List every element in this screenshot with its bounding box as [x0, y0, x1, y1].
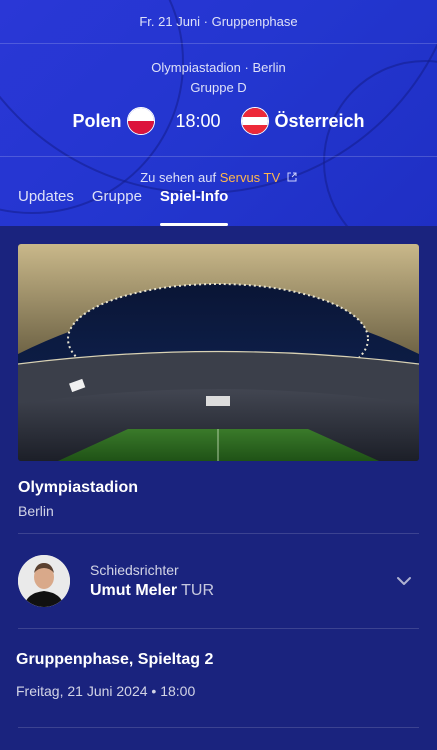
- tab-bar: Updates Gruppe Spiel-Info: [0, 182, 437, 226]
- chevron-down-icon[interactable]: [393, 570, 415, 592]
- venue-info: Olympiastadion · Berlin Gruppe D: [0, 58, 437, 98]
- match-datetime: Freitag, 21 Juni 2024 • 18:00: [16, 683, 196, 699]
- referee-row[interactable]: Schiedsrichter Umut Meler TUR: [18, 534, 419, 628]
- referee-name-line: Umut Meler TUR: [90, 582, 393, 600]
- away-team-name: Österreich: [274, 110, 365, 131]
- divider: [0, 156, 437, 157]
- venue-line: Olympiastadion · Berlin: [151, 60, 286, 75]
- venue-city: Berlin: [18, 503, 54, 519]
- tab-gruppe[interactable]: Gruppe: [92, 182, 142, 226]
- match-row[interactable]: Polen 18:00 Österreich: [0, 104, 437, 138]
- match-header: Fr. 21 Juni · Gruppenphase Olympiastadio…: [0, 0, 437, 226]
- home-team-name: Polen: [72, 110, 122, 131]
- divider: [18, 727, 419, 728]
- referee-info: Schiedsrichter Umut Meler TUR: [90, 562, 393, 600]
- divider: [18, 628, 419, 629]
- kickoff-time: 18:00: [175, 110, 221, 131]
- group-label: Gruppe D: [190, 80, 247, 95]
- match-phase: Gruppenphase, Spieltag 2: [16, 651, 214, 668]
- austria-flag-icon: [240, 107, 269, 135]
- stadium-photo: [18, 244, 419, 461]
- poland-flag-icon: [127, 107, 156, 135]
- date-phase-bar: Fr. 21 Juni · Gruppenphase: [0, 0, 437, 44]
- tab-spiel-info[interactable]: Spiel-Info: [159, 182, 229, 226]
- venue-name: Olympiastadion: [18, 479, 139, 496]
- tab-updates[interactable]: Updates: [18, 182, 74, 226]
- spiel-info-content: Olympiastadion Berlin Schiedsrichter Umu…: [0, 226, 437, 728]
- referee-avatar: [18, 555, 70, 607]
- referee-role: Schiedsrichter: [90, 562, 179, 578]
- referee-nationality: TUR: [181, 582, 215, 599]
- referee-name: Umut Meler: [90, 582, 178, 599]
